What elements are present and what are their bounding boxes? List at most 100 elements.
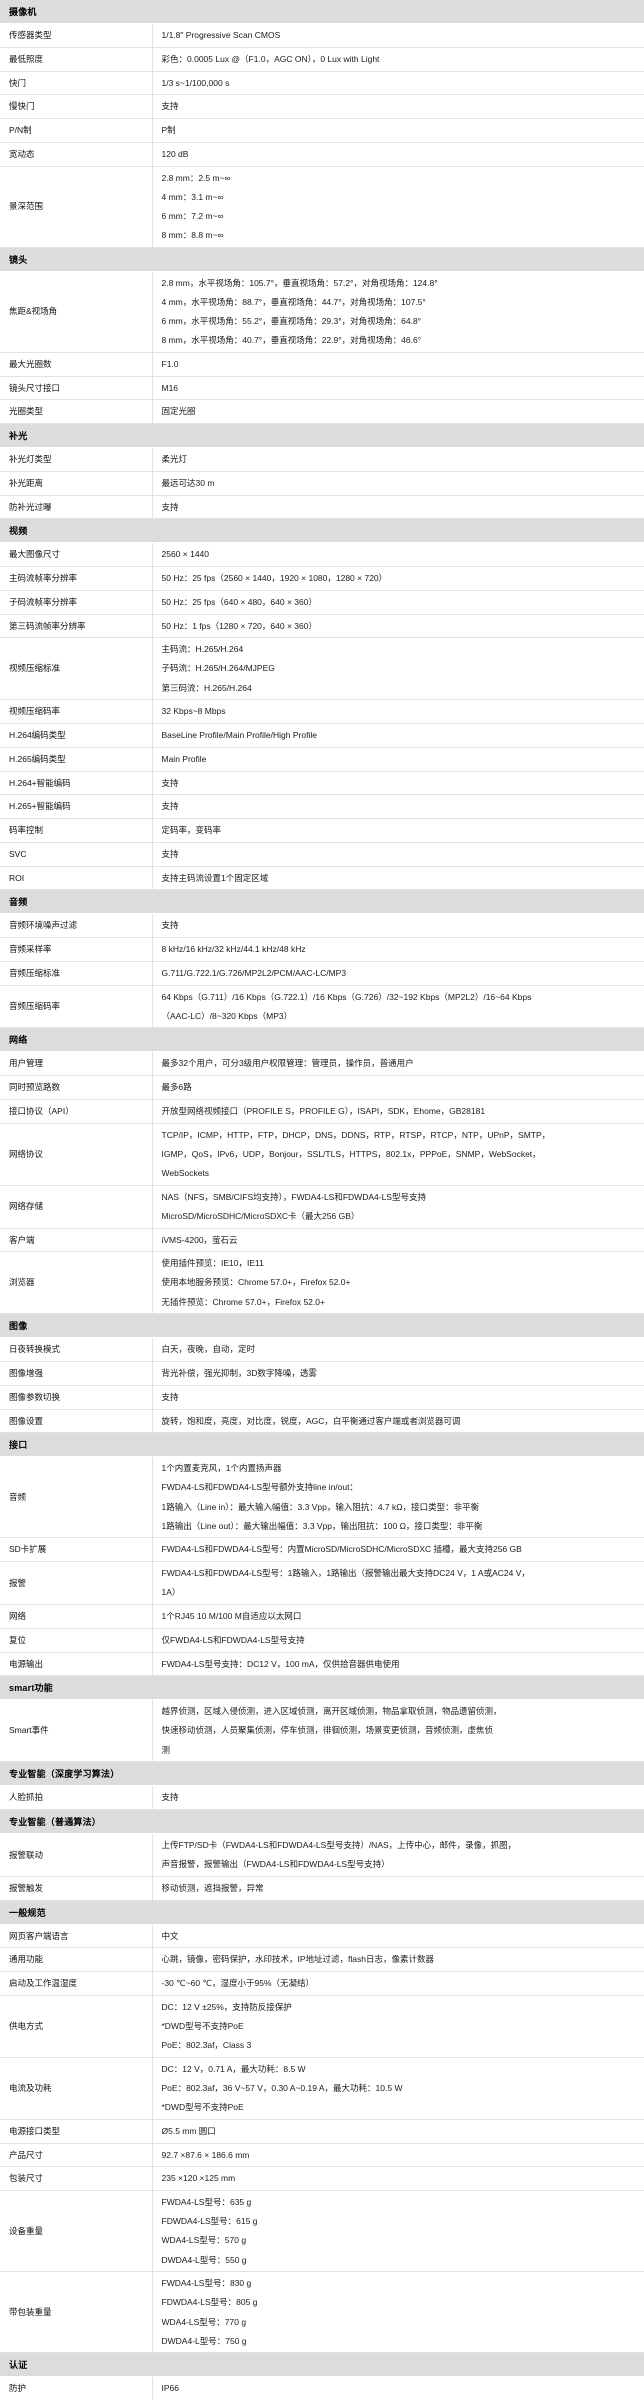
spec-value: 支持 — [152, 913, 644, 938]
spec-label: 人脸抓拍 — [0, 1785, 153, 1810]
spec-value-line: 最多32个用户，可分3级用户权限管理：管理员，操作员，普通用户 — [161, 1058, 414, 1069]
spec-row: 带包装重量 FWDA4-LS型号：830 g FDWDA4-LS型号：805 g WD… — [0, 2271, 644, 2354]
spec-label: 报警 — [0, 1561, 153, 1605]
section-title: 摄像机 — [0, 0, 644, 24]
spec-value-line: 支持 — [161, 848, 179, 859]
section-header-row: smart功能 — [0, 1675, 644, 1701]
spec-value: 64 Kbps（G.711）/16 Kbps（G.722.1）/16 Kbps（… — [152, 985, 644, 1029]
spec-value-line: 1/1.8" Progressive Scan CMOS — [161, 30, 281, 40]
spec-value-line: 支持 — [161, 920, 179, 931]
spec-row: 报警联动 上传FTP/SD卡（FWDA4-LS和FDWDA4-LS型号支持）/NA… — [0, 1833, 644, 1877]
spec-value: BaseLine Profile/Main Profile/High Profi… — [152, 723, 644, 748]
spec-table-body: 摄像机 传感器类型 1/1.8" Progressive Scan CMOS 最低照度… — [0, 0, 644, 2400]
spec-value: IP66 — [152, 2377, 644, 2400]
spec-value-line: FDWDA4-LS型号：615 g — [161, 2216, 258, 2227]
spec-value: 50 Hz：1 fps（1280 × 720，640 × 360） — [152, 614, 644, 639]
spec-row: 补光距离 最远可达30 m — [0, 471, 644, 496]
spec-value: 彩色：0.0005 Lux @（F1.0，AGC ON），0 Lux with … — [152, 47, 644, 72]
section-title: 镜头 — [0, 247, 644, 272]
spec-value-line: FWDA4-LS型号支持：DC12 V，100 mA，仅供拾音器供电使用 — [161, 1658, 400, 1669]
spec-value-line: 移动侦测，遮挡报警，异常 — [161, 1882, 264, 1893]
section-title: 认证 — [0, 2352, 644, 2378]
spec-label: 电源接口类型 — [0, 2119, 153, 2144]
spec-label: 报警触发 — [0, 1876, 153, 1901]
spec-label: 供电方式 — [0, 1995, 153, 2058]
spec-value-line: *DWD型号不支持PoE — [161, 2021, 244, 2031]
spec-label: 防补光过曝 — [0, 495, 153, 520]
spec-value-line: M16 — [161, 382, 179, 393]
spec-value: M16 — [152, 376, 644, 401]
spec-value-line: FWDA4-LS型号：635 g — [161, 2197, 252, 2208]
spec-value-line: 最远可达30 m — [161, 477, 215, 488]
spec-value: 支持 — [152, 495, 644, 520]
spec-value: 使用插件预览：IE10，IE11 使用本地服务预览：Chrome 57.0+，Fi… — [152, 1251, 644, 1315]
spec-value-line: 1/3 s~1/100,000 s — [161, 77, 230, 88]
spec-label: 电流及功耗 — [0, 2057, 153, 2120]
spec-label: SVC — [0, 842, 153, 867]
section-title: 网络 — [0, 1027, 644, 1053]
spec-label: 补光距离 — [0, 471, 153, 496]
spec-value: FWDA4-LS和FDWDA4-LS型号：内置MicroSD/MicroSDHC… — [152, 1537, 644, 1563]
spec-value: 旋转，饱和度，亮度，对比度，锐度，AGC，白平衡通过客户端或者浏览器可调 — [152, 1409, 644, 1434]
spec-row: 音频压缩标准 G.711/G.722.1/G.726/MP2L2/PCM/AAC-… — [0, 961, 644, 986]
spec-value-line: iVMS-4200，萤石云 — [161, 1234, 238, 1245]
spec-value-line: 支持主码流设置1个固定区域 — [161, 872, 269, 883]
spec-label: 报警联动 — [0, 1833, 153, 1877]
spec-row: 传感器类型 1/1.8" Progressive Scan CMOS — [0, 23, 644, 48]
spec-label: 日夜转换模式 — [0, 1337, 153, 1362]
spec-value-line: 心跳，镜像，密码保护，水印技术，IP地址过滤，flash日志，像素计数器 — [161, 1954, 435, 1965]
spec-label: 码率控制 — [0, 818, 153, 843]
spec-label: 网络存储 — [0, 1185, 153, 1229]
spec-value-line: DWDA4-L型号：550 g — [161, 2254, 247, 2265]
spec-row: 网络 1个RJ45 10 M/100 M自适应以太网口 — [0, 1604, 644, 1629]
spec-value: 92.7 ×87.6 × 186.6 mm — [152, 2143, 644, 2168]
section-header-row: 摄像机 — [0, 0, 644, 24]
spec-row: 景深范围 2.8 mm：2.5 m~∞ 4 mm：3.1 m~∞ 6 mm：7.2 m… — [0, 166, 644, 248]
spec-label: 浏览器 — [0, 1251, 153, 1315]
spec-value-line: BaseLine Profile/Main Profile/High Profi… — [161, 730, 317, 740]
spec-value-line: 1A） — [161, 1587, 181, 1598]
spec-label: 慢快门 — [0, 94, 153, 119]
spec-row: 启动及工作温湿度 -30 ℃~60 ℃，湿度小于95%（无凝结） — [0, 1971, 644, 1996]
spec-value-line: 92.7 ×87.6 × 186.6 mm — [161, 2149, 250, 2160]
spec-value: 移动侦测，遮挡报警，异常 — [152, 1876, 644, 1901]
spec-label: 复位 — [0, 1628, 153, 1653]
section-header-row: 视频 — [0, 518, 644, 544]
spec-value-line: 白天，夜晚，自动，定时 — [161, 1344, 256, 1355]
section-title: 图像 — [0, 1313, 644, 1339]
spec-value: 支持 — [152, 1385, 644, 1410]
section-header-row: 镜头 — [0, 247, 644, 272]
spec-value: FWDA4-LS和FDWDA4-LS型号：1路输入，1路输出（报警输出最大支持D… — [152, 1561, 644, 1605]
spec-value-line: 1路输出（Line out）：最大输出幅值：3.3 Vpp，输出阻抗：100 Ω… — [161, 1520, 483, 1531]
spec-label: 最低照度 — [0, 47, 153, 72]
spec-row: 补光灯类型 柔光灯 — [0, 447, 644, 472]
spec-value-line: WDA4-LS型号：770 g — [161, 2316, 247, 2327]
spec-label: 产品尺寸 — [0, 2143, 153, 2168]
spec-row: 网络存储 NAS（NFS，SMB/CIFS均支持），FWDA4-LS和FDWDA4… — [0, 1185, 644, 1229]
spec-value: 支持 — [152, 771, 644, 796]
spec-value-line: 支持 — [161, 501, 179, 512]
spec-value-line: PoE：802.3af，36 V~57 V，0.30 A~0.19 A，最大功耗… — [161, 2083, 403, 2093]
spec-label: 传感器类型 — [0, 23, 153, 48]
spec-label: 通用功能 — [0, 1947, 153, 1973]
section-title: 接口 — [0, 1432, 644, 1458]
spec-label: 音频压缩码率 — [0, 985, 153, 1029]
spec-row: H.264+智能编码 支持 — [0, 771, 644, 796]
spec-value: F1.0 — [152, 352, 644, 377]
spec-row: 报警触发 移动侦测，遮挡报警，异常 — [0, 1876, 644, 1901]
spec-row: 慢快门 支持 — [0, 94, 644, 119]
spec-label: 光圈类型 — [0, 399, 153, 424]
spec-value-line: 235 ×120 ×125 mm — [161, 2173, 236, 2184]
spec-label: 最大光圈数 — [0, 352, 153, 377]
spec-value: -30 ℃~60 ℃，湿度小于95%（无凝结） — [152, 1971, 644, 1996]
spec-value: 120 dB — [152, 142, 644, 167]
spec-value: TCP/IP，ICMP，HTTP，FTP，DHCP，DNS，DDNS，RTP，R… — [152, 1123, 644, 1186]
spec-value-line: FWDA4-LS和FDWDA4-LS型号额外支持line in/out： — [161, 1482, 358, 1493]
spec-row: 电源接口类型 Ø5.5 mm 圆口 — [0, 2119, 644, 2144]
spec-label: 电源输出 — [0, 1652, 153, 1677]
spec-row: 防补光过曝 支持 — [0, 495, 644, 520]
spec-value-line: TCP/IP，ICMP，HTTP，FTP，DHCP，DNS，DDNS，RTP，R… — [161, 1129, 551, 1140]
spec-label: 视频压缩标准 — [0, 637, 153, 701]
spec-value-line: G.711/G.722.1/G.726/MP2L2/PCM/AAC-LC/MP3 — [161, 967, 347, 978]
spec-value: Ø5.5 mm 圆口 — [152, 2119, 644, 2144]
